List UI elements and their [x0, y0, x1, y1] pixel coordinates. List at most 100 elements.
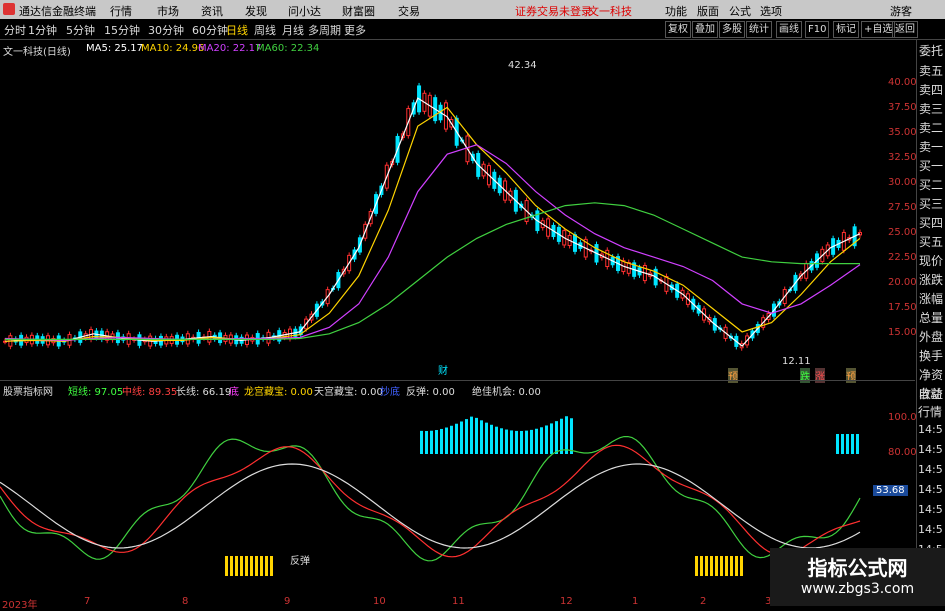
ma-line-ma5: [4, 97, 861, 347]
tab-quote[interactable]: 行情: [918, 403, 942, 420]
histogram-bar: [475, 417, 478, 454]
histogram-bar: [455, 423, 458, 454]
tab-change-pct[interactable]: 涨幅: [919, 290, 943, 307]
bottom-signal-bar: [740, 556, 743, 576]
date-label: 2: [700, 596, 707, 607]
tab-ask1[interactable]: 卖一: [919, 138, 943, 155]
stats-button[interactable]: 统计: [746, 21, 772, 38]
histogram-bar: [540, 427, 543, 454]
tab-bid3[interactable]: 买三: [919, 195, 943, 212]
y-tick: 17.50: [888, 302, 917, 313]
date-label: 9: [284, 596, 291, 607]
tab-auto[interactable]: 自动: [918, 385, 942, 402]
tab-bid1[interactable]: 买一: [919, 157, 943, 174]
histogram-bar: [445, 427, 448, 454]
date-label: 10: [373, 596, 386, 607]
menu-trade[interactable]: 交易: [398, 3, 420, 19]
period-multi[interactable]: 多周期: [308, 22, 341, 38]
period-15min[interactable]: 15分钟: [104, 22, 140, 38]
histogram-bar: [545, 425, 548, 454]
period-weekly[interactable]: 周线: [254, 22, 276, 38]
histogram-bar: [450, 425, 453, 454]
histogram-bar: [425, 430, 428, 454]
bottom-signal-bar: [700, 556, 703, 576]
tab-volume[interactable]: 总量: [919, 309, 943, 326]
histogram-bar: [510, 430, 513, 454]
histogram-bar: [525, 430, 528, 454]
tab-bid5[interactable]: 买五: [919, 233, 943, 250]
login-notice[interactable]: 证券交易未登录: [515, 3, 592, 19]
menu-layout[interactable]: 版面: [697, 3, 719, 19]
bottom-signal-bar: [260, 556, 263, 576]
menu-quotes[interactable]: 行情: [110, 3, 132, 19]
menu-news[interactable]: 资讯: [201, 3, 223, 19]
tick-time: 14:5: [918, 503, 943, 516]
y-tick: 25.00: [888, 227, 917, 238]
tick-time: 14:5: [918, 523, 943, 536]
high-label: 42.34: [508, 60, 537, 71]
watermark-url: www.zbgs3.com: [800, 581, 915, 597]
menu-discover[interactable]: 发现: [245, 3, 267, 19]
bottom-signal-bar: [705, 556, 708, 576]
period-toolbar: 分时 1分钟 5分钟 15分钟 30分钟 60分钟 日线 周线 月线 多周期 更…: [0, 19, 945, 40]
guest-label[interactable]: 游客: [890, 3, 912, 19]
histogram-bar: [495, 426, 498, 454]
menu-function[interactable]: 功能: [665, 3, 687, 19]
period-30min[interactable]: 30分钟: [148, 22, 184, 38]
brand-name: 文一科技: [588, 5, 632, 18]
menu-formula[interactable]: 公式: [729, 3, 751, 19]
tab-ask2[interactable]: 卖二: [919, 119, 943, 136]
tab-outer[interactable]: 外盘: [919, 328, 943, 345]
watermark-title: 指标公式网: [807, 556, 908, 580]
histogram-bar: [470, 416, 473, 454]
histogram-bar: [440, 428, 443, 454]
app-title: 通达信金融终端: [19, 5, 96, 18]
low-label: 12.11: [782, 356, 811, 367]
menu-wealth[interactable]: 财富圈: [342, 3, 375, 19]
tab-ask5[interactable]: 卖五: [919, 62, 943, 79]
tab-change[interactable]: 涨跌: [919, 271, 943, 288]
period-5min[interactable]: 5分钟: [66, 22, 95, 38]
menu-market[interactable]: 市场: [157, 3, 179, 19]
mark-button[interactable]: 标记: [833, 21, 859, 38]
histogram-bar: [505, 429, 508, 454]
oscillator-line-2: [0, 463, 861, 549]
kline-chart[interactable]: 文一科技(日线) MA5: 25.17 MA10: 24.96 MA20: 22…: [0, 40, 917, 383]
tab-turnover[interactable]: 换手: [919, 347, 943, 364]
add-favorite-button[interactable]: +自选: [861, 21, 896, 38]
y-tick: 27.50: [888, 202, 917, 213]
tab-nav[interactable]: 净资: [919, 366, 943, 383]
histogram-bar: [565, 416, 568, 454]
tab-ask3[interactable]: 卖三: [919, 100, 943, 117]
histogram-bar: [420, 430, 423, 454]
menu-xiaoda[interactable]: 问小达: [288, 3, 321, 19]
menu-options[interactable]: 选项: [760, 3, 782, 19]
histogram-bar: [851, 434, 854, 454]
tab-price[interactable]: 现价: [919, 252, 943, 269]
period-monthly[interactable]: 月线: [282, 22, 304, 38]
title-bar: 通达信金融终端 行情 市场 资讯 发现 问小达 财富圈 交易 证券交易未登录 文…: [0, 0, 945, 19]
pane-divider[interactable]: [0, 380, 915, 381]
period-daily[interactable]: 日线: [226, 22, 248, 38]
period-more[interactable]: 更多: [344, 22, 366, 38]
overlay-button[interactable]: 叠加: [692, 21, 718, 38]
tab-ask4[interactable]: 卖四: [919, 81, 943, 98]
tab-bid2[interactable]: 买二: [919, 176, 943, 193]
bottom-signal-bar: [735, 556, 738, 576]
bottom-signal-bar: [255, 556, 258, 576]
bottom-signal-bar: [710, 556, 713, 576]
draw-button[interactable]: 画线: [776, 21, 802, 38]
date-label: 1: [632, 596, 639, 607]
y-tick: 20.00: [888, 277, 917, 288]
tab-bid4[interactable]: 买四: [919, 214, 943, 231]
multi-stock-button[interactable]: 多股: [719, 21, 745, 38]
back-button[interactable]: 返回: [892, 21, 918, 38]
f10-button[interactable]: F10: [805, 21, 830, 38]
period-60min[interactable]: 60分钟: [192, 22, 228, 38]
period-1min[interactable]: 1分钟: [28, 22, 57, 38]
rebound-mark: 反弹: [290, 556, 310, 567]
tab-entrust[interactable]: 委托: [919, 42, 943, 59]
fq-button[interactable]: 复权: [665, 21, 691, 38]
oscillator-line-0: [0, 435, 861, 562]
period-minute[interactable]: 分时: [4, 22, 26, 38]
